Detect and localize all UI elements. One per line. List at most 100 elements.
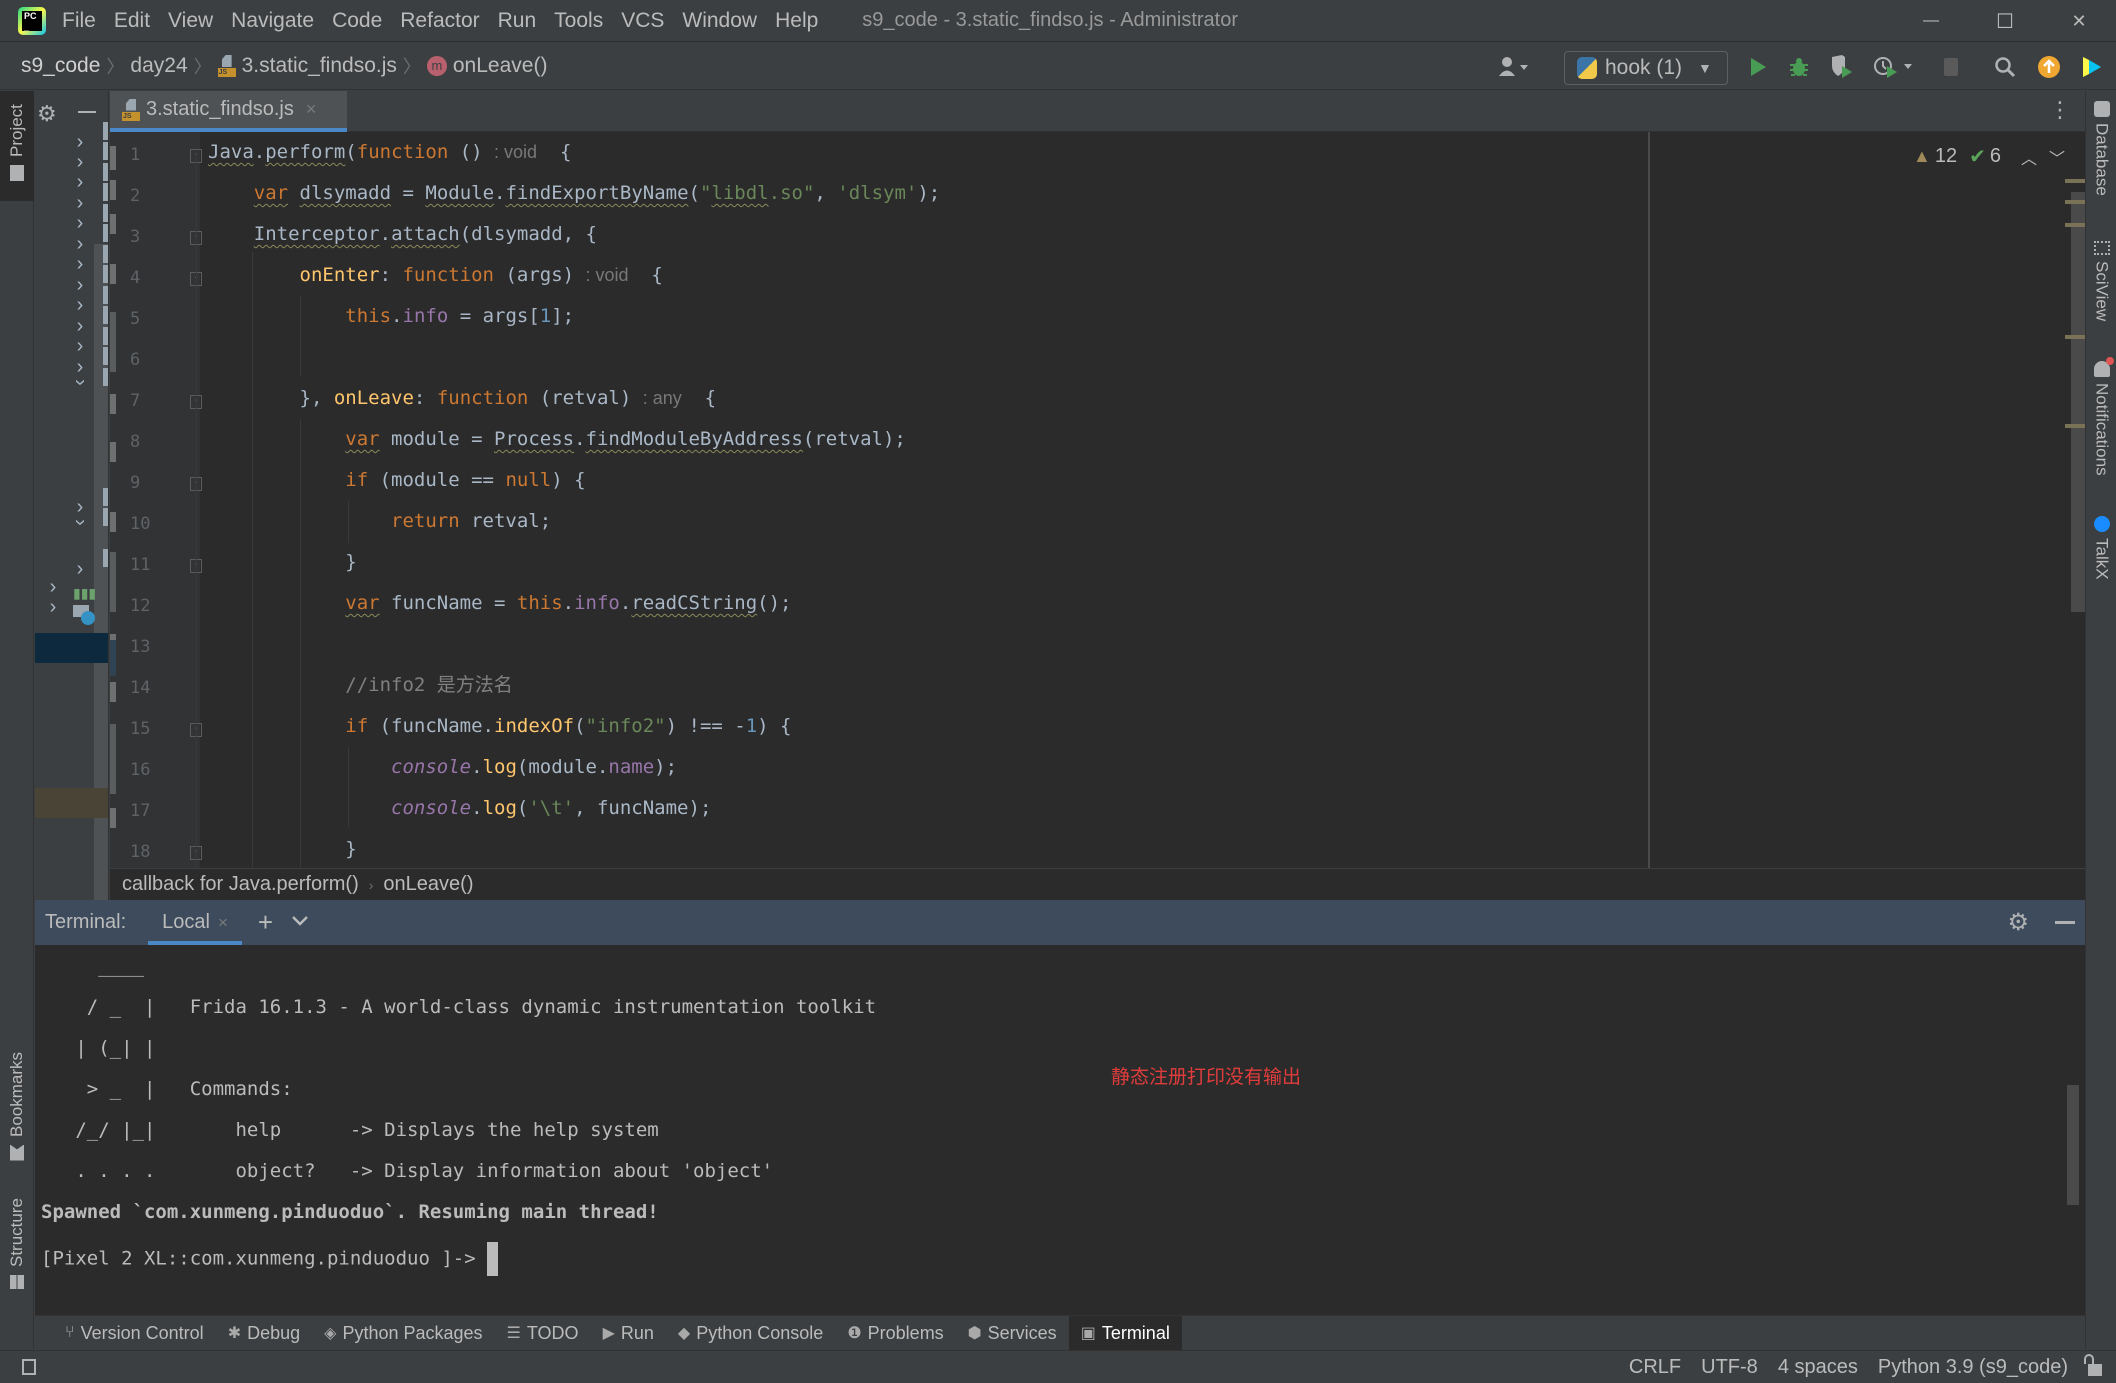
line-number: 14 [130, 678, 151, 698]
stop-button[interactable] [1938, 52, 1964, 82]
folder-icon [103, 224, 108, 242]
menu-tools[interactable]: Tools [554, 9, 603, 33]
menu-run[interactable]: Run [498, 9, 537, 33]
close-tab-icon[interactable]: × [218, 913, 228, 933]
menu-code[interactable]: Code [332, 9, 382, 33]
inspection-widget[interactable]: ▲ 12 ✔ 6 ︿ ﹀ [1913, 144, 2065, 169]
menu-edit[interactable]: Edit [114, 9, 150, 33]
editor-scrollbar[interactable] [2071, 192, 2085, 612]
next-highlight-icon[interactable]: ﹀ [2049, 145, 2065, 169]
tool-python-console[interactable]: ◆ Python Console [666, 1316, 835, 1351]
gear-icon[interactable]: ⚙ [37, 101, 57, 127]
tool-problems[interactable]: ❶ Problems [835, 1316, 955, 1351]
line-separator-widget[interactable]: CRLF [1629, 1356, 1681, 1379]
expand-arrow-icon[interactable]: › [43, 596, 63, 619]
user-button[interactable] [1494, 52, 1538, 82]
selected-tree-row[interactable] [35, 633, 108, 663]
editor-tab-bar: JS 3.static_findso.js × ⋮ [110, 91, 2085, 132]
profile-button[interactable] [1870, 52, 1920, 82]
terminal-output[interactable]: ____ / _ | Frida 16.1.3 - A world-class … [35, 945, 2085, 1315]
toolbox-button[interactable] [2078, 52, 2106, 82]
warning-stripe[interactable] [2065, 335, 2085, 339]
tool-services[interactable]: ⬢ Services [956, 1316, 1069, 1351]
coverage-button[interactable] [1826, 52, 1856, 82]
run-configuration-select[interactable]: hook (1) ▼ [1564, 51, 1728, 85]
crumb-callback[interactable]: callback for Java.perform() [122, 873, 359, 896]
update-button[interactable] [2034, 52, 2064, 82]
search-button[interactable] [1990, 52, 2020, 82]
terminal-dropdown-button[interactable] [291, 914, 309, 932]
warning-stripe[interactable] [2065, 200, 2085, 204]
tool-version-control[interactable]: ⑂ Version Control [53, 1316, 216, 1351]
menu-refactor[interactable]: Refactor [400, 9, 479, 33]
expand-arrow-icon[interactable]: › [70, 171, 90, 194]
warning-stripe[interactable] [2065, 223, 2085, 227]
expand-arrow-icon[interactable]: › [70, 212, 90, 235]
tool-python-packages[interactable]: ◈ Python Packages [312, 1316, 494, 1351]
expand-arrow-icon[interactable]: › [70, 335, 90, 358]
tool-debug[interactable]: ✱ Debug [216, 1316, 312, 1351]
project-tool-tab[interactable]: Project [0, 91, 34, 201]
expand-arrow-icon[interactable]: › [70, 294, 90, 317]
terminal-settings-button[interactable]: ⚙ [2007, 908, 2029, 937]
close-window-button[interactable]: ✕ [2044, 0, 2114, 42]
prompt-text: [Pixel 2 XL::com.xunmeng.pinduoduo ]-> [41, 1247, 488, 1270]
breadcrumb-file[interactable]: 3.static_findso.js [242, 54, 397, 78]
toggle-tool-windows-icon[interactable] [22, 1359, 36, 1375]
warning-stripe[interactable] [2065, 179, 2085, 183]
lock-icon[interactable] [2084, 1354, 2102, 1376]
tool-label: Version Control [80, 1322, 204, 1343]
run-button[interactable] [1744, 52, 1772, 82]
new-terminal-button[interactable]: + [258, 907, 273, 938]
previous-highlight-icon[interactable]: ︿ [2021, 145, 2037, 169]
structure-icon [10, 1275, 24, 1289]
menu-help[interactable]: Help [775, 9, 818, 33]
notifications-tool-tab[interactable]: Notifications [2086, 357, 2116, 501]
code-editor[interactable]: 1 2 3 4 5 6 7 8 9 10 11 12 13 14 15 16 1… [110, 132, 2085, 868]
code-line-7: }, onLeave: function (retval) : any { [208, 387, 717, 409]
code-line-5: this.info = args[1]; [345, 305, 575, 327]
collapse-arrow-icon[interactable]: › [69, 373, 92, 393]
collapse-arrow-icon[interactable]: › [69, 513, 92, 533]
interpreter-widget[interactable]: Python 3.9 (s9_code) [1878, 1356, 2068, 1379]
terminal-scrollbar[interactable] [2067, 1085, 2079, 1205]
tool-window-bar: ⑂ Version Control ✱ Debug ◈ Python Packages… [35, 1315, 2085, 1351]
breadcrumb-method[interactable]: onLeave() [453, 54, 548, 78]
highlighted-tree-row[interactable] [35, 788, 108, 818]
expand-arrow-icon[interactable]: › [70, 253, 90, 276]
encoding-widget[interactable]: UTF-8 [1701, 1356, 1758, 1379]
minimize-button[interactable]: — [1896, 0, 1966, 42]
menu-file[interactable]: File [62, 9, 96, 33]
hide-terminal-button[interactable] [2055, 921, 2075, 924]
bookmarks-tool-tab[interactable]: Bookmarks [0, 1041, 34, 1171]
update-icon [2038, 56, 2060, 78]
sciview-tool-tab[interactable]: SciView [2086, 241, 2116, 351]
menu-vcs[interactable]: VCS [621, 9, 664, 33]
expand-arrow-icon[interactable]: › [70, 558, 90, 581]
database-tool-tab[interactable]: Database [2086, 101, 2116, 226]
menu-window[interactable]: Window [682, 9, 757, 33]
crumb-onleave[interactable]: onLeave() [383, 873, 473, 896]
tool-todo[interactable]: ☰ TODO [495, 1316, 591, 1351]
tool-terminal[interactable]: ▣ Terminal [1068, 1315, 1182, 1351]
debug-button[interactable] [1784, 52, 1814, 82]
close-tab-icon[interactable]: × [306, 99, 317, 120]
indent-widget[interactable]: 4 spaces [1778, 1356, 1858, 1379]
breadcrumb-project[interactable]: s9_code [21, 54, 100, 78]
tab-3-static-findso-js[interactable]: JS 3.static_findso.js × [110, 91, 347, 132]
structure-tool-tab[interactable]: Structure [0, 1186, 34, 1301]
tool-run[interactable]: ▶ Run [591, 1316, 666, 1351]
warning-stripe[interactable] [2065, 424, 2085, 428]
minimize-panel-icon[interactable] [78, 111, 96, 113]
more-options-icon[interactable]: ⋮ [2049, 97, 2071, 123]
warning-icon: ▲ [1913, 146, 1931, 166]
tab-terminal-local[interactable]: Local × [148, 900, 242, 945]
run-icon [1751, 58, 1766, 76]
menu-view[interactable]: View [168, 9, 213, 33]
menu-navigate[interactable]: Navigate [231, 9, 314, 33]
maximize-button[interactable]: ☐ [1970, 0, 2040, 42]
line-number: 2 [130, 186, 141, 206]
sciview-icon [2093, 241, 2110, 255]
breadcrumb-folder[interactable]: day24 [130, 54, 187, 78]
talkx-tool-tab[interactable]: TalkX [2086, 516, 2116, 596]
